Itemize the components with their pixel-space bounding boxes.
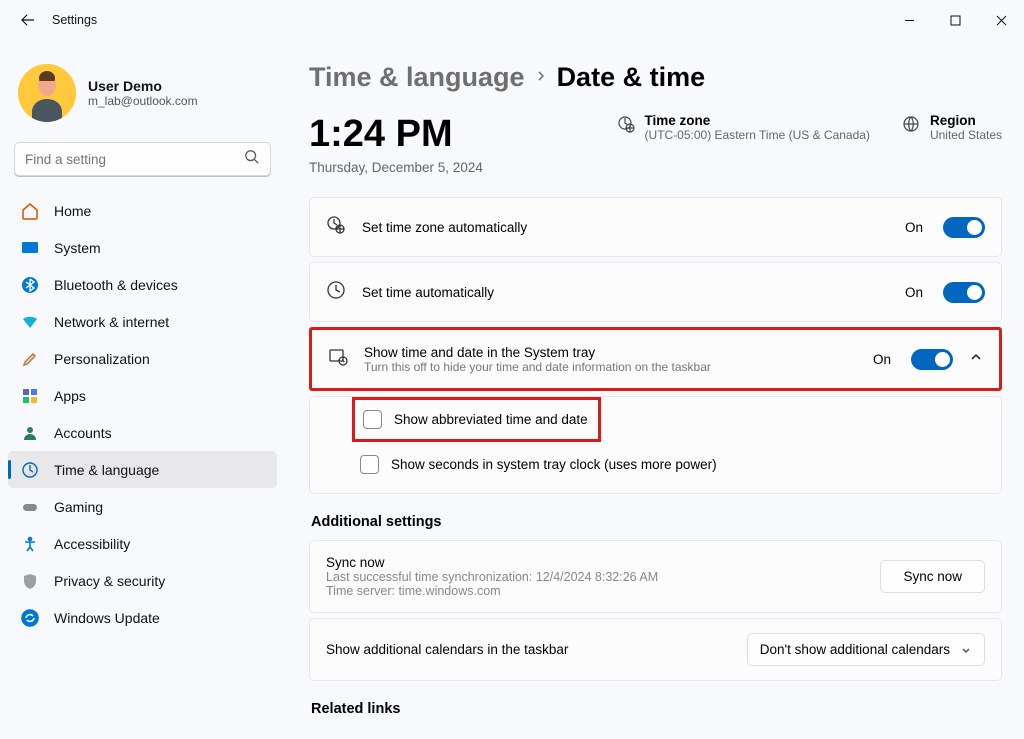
back-button[interactable]	[14, 13, 42, 27]
clock-icon	[326, 280, 346, 305]
nav-list: Home System Bluetooth & devices Network …	[0, 192, 285, 636]
window-title: Settings	[52, 13, 886, 27]
related-heading: Related links	[311, 701, 1002, 717]
timezone-value: (UTC-05:00) Eastern Time (US & Canada)	[645, 128, 870, 142]
row-auto-time[interactable]: Set time automatically On	[310, 263, 1001, 321]
accessibility-icon	[20, 535, 40, 553]
toggle-auto-time[interactable]	[943, 282, 985, 303]
gamepad-icon	[20, 498, 40, 516]
nav-bluetooth[interactable]: Bluetooth & devices	[8, 266, 277, 303]
globe-clock-icon	[20, 461, 40, 479]
toggle-auto-timezone[interactable]	[943, 217, 985, 238]
profile-block[interactable]: User Demo m_lab@outlook.com	[0, 50, 285, 136]
person-icon	[20, 424, 40, 442]
avatar	[18, 64, 76, 122]
chevron-up-icon[interactable]	[969, 350, 983, 369]
minimize-button[interactable]	[886, 0, 932, 40]
sidebar: User Demo m_lab@outlook.com Home System …	[0, 40, 285, 739]
current-time: 1:24 PM	[309, 113, 483, 156]
title-bar: Settings	[0, 0, 1024, 40]
maximize-button[interactable]	[932, 0, 978, 40]
user-name: User Demo	[88, 78, 198, 94]
nav-apps[interactable]: Apps	[8, 377, 277, 414]
system-icon	[20, 239, 40, 257]
checkbox-seconds[interactable]	[360, 455, 379, 474]
row-show-seconds[interactable]: Show seconds in system tray clock (uses …	[310, 442, 1001, 487]
row-additional-calendars[interactable]: Show additional calendars in the taskbar…	[310, 619, 1001, 680]
region-value: United States	[930, 128, 1002, 142]
wifi-icon	[20, 313, 40, 331]
tray-clock-icon	[328, 347, 348, 372]
row-sync: Sync now Last successful time synchroniz…	[310, 541, 1001, 612]
row-abbreviated[interactable]: Show abbreviated time and date	[352, 397, 601, 442]
chevron-right-icon	[535, 69, 547, 87]
search-box[interactable]	[14, 142, 271, 176]
checkbox-abbreviated[interactable]	[363, 410, 382, 429]
nav-time-language[interactable]: Time & language	[8, 451, 277, 488]
nav-accessibility[interactable]: Accessibility	[8, 525, 277, 562]
nav-gaming[interactable]: Gaming	[8, 488, 277, 525]
search-input[interactable]	[25, 152, 244, 167]
nav-update[interactable]: Windows Update	[8, 599, 277, 636]
nav-home[interactable]: Home	[8, 192, 277, 229]
chevron-down-icon	[960, 644, 972, 656]
update-icon	[20, 609, 40, 627]
main-content: Time & language Date & time 1:24 PM Thur…	[285, 40, 1024, 739]
nav-personalization[interactable]: Personalization	[8, 340, 277, 377]
nav-privacy[interactable]: Privacy & security	[8, 562, 277, 599]
calendars-dropdown[interactable]: Don't show additional calendars	[747, 633, 985, 666]
sync-now-button[interactable]: Sync now	[880, 560, 985, 593]
additional-heading: Additional settings	[311, 514, 1002, 530]
search-icon	[244, 149, 260, 170]
apps-icon	[20, 387, 40, 405]
brush-icon	[20, 350, 40, 368]
shield-icon	[20, 572, 40, 590]
region-title: Region	[930, 113, 1002, 128]
globe-clock-icon	[326, 215, 346, 240]
nav-system[interactable]: System	[8, 229, 277, 266]
close-button[interactable]	[978, 0, 1024, 40]
breadcrumb-current: Date & time	[557, 62, 706, 93]
user-email: m_lab@outlook.com	[88, 94, 198, 108]
row-system-tray[interactable]: Show time and date in the System tray Tu…	[312, 330, 999, 388]
row-auto-timezone[interactable]: Set time zone automatically On	[310, 198, 1001, 256]
home-icon	[20, 202, 40, 220]
bluetooth-icon	[20, 276, 40, 294]
nav-network[interactable]: Network & internet	[8, 303, 277, 340]
nav-accounts[interactable]: Accounts	[8, 414, 277, 451]
breadcrumb-parent[interactable]: Time & language	[309, 62, 525, 93]
current-date: Thursday, December 5, 2024	[309, 160, 483, 175]
timezone-title: Time zone	[645, 113, 870, 128]
toggle-system-tray[interactable]	[911, 349, 953, 370]
region-icon	[902, 113, 920, 142]
timezone-icon	[617, 113, 635, 142]
breadcrumb: Time & language Date & time	[309, 62, 1002, 93]
